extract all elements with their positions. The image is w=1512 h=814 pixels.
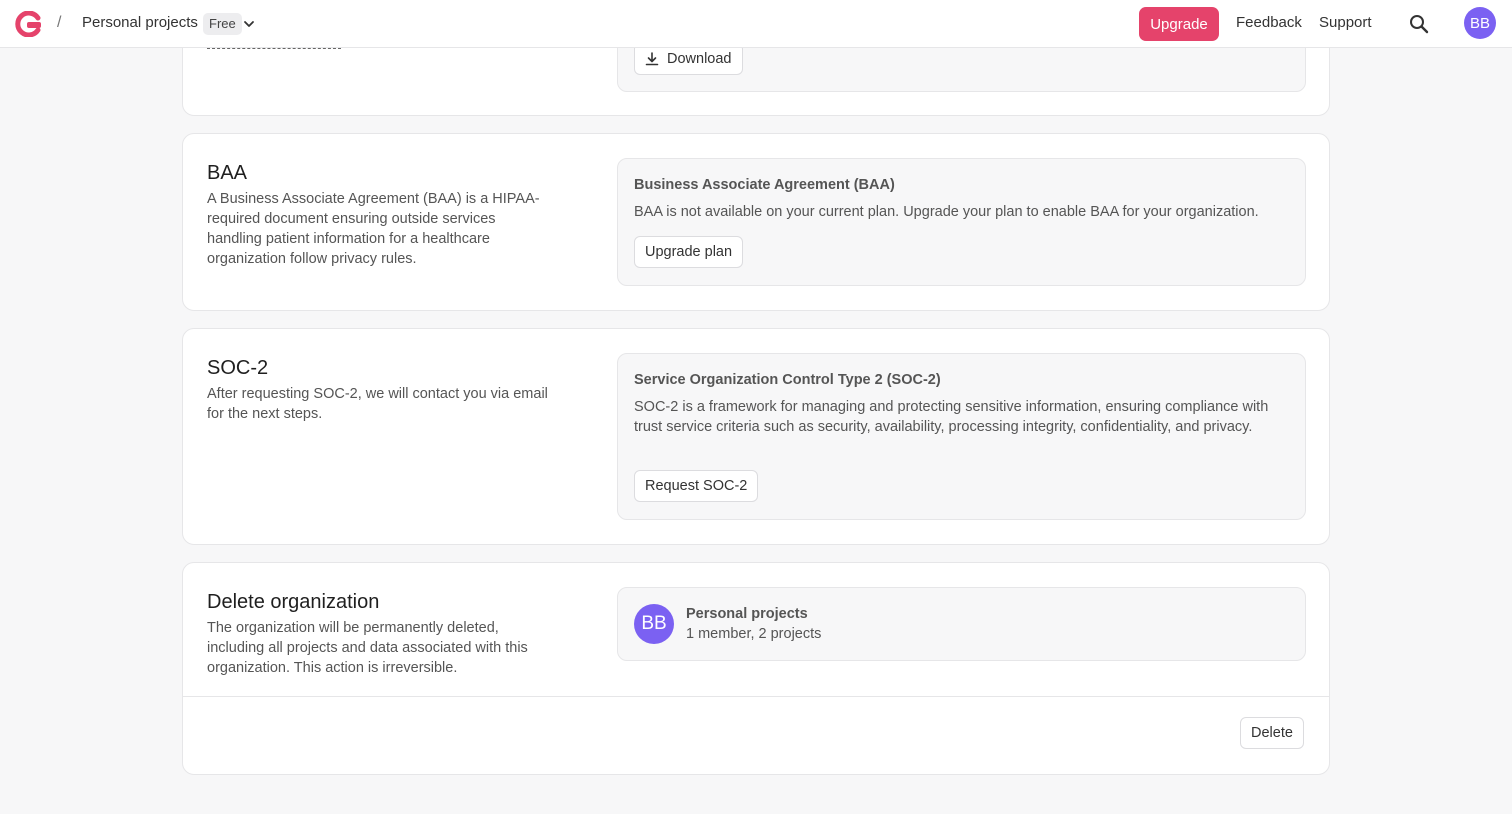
delete-button-label: Delete [1251, 725, 1293, 741]
search-icon[interactable] [1408, 13, 1430, 35]
support-link[interactable]: Support [1319, 14, 1372, 31]
card-divider [183, 696, 1329, 697]
org-switcher-name[interactable]: Personal projects [82, 14, 198, 31]
soc2-panel: Service Organization Control Type 2 (SOC… [617, 353, 1306, 520]
brand-logo-icon[interactable] [14, 11, 42, 37]
chevron-down-icon[interactable] [242, 17, 256, 31]
org-summary-name: Personal projects [686, 606, 808, 622]
feedback-link[interactable]: Feedback [1236, 14, 1302, 31]
soc2-panel-text: SOC-2 is a framework for managing and pr… [634, 399, 1269, 435]
plan-badge: Free [203, 13, 242, 35]
download-button-label: Download [667, 51, 732, 67]
soc2-title: SOC-2 [207, 357, 269, 379]
baa-card: BAA A Business Associate Agreement (BAA)… [182, 133, 1330, 311]
user-avatar[interactable]: BB [1464, 7, 1496, 39]
org-summary-panel: BB Personal projects 1 member, 2 project… [617, 587, 1306, 661]
org-summary-meta: 1 member, 2 projects [686, 626, 822, 642]
baa-panel-title: Business Associate Agreement (BAA) [634, 177, 895, 193]
soc2-panel-title: Service Organization Control Type 2 (SOC… [634, 372, 941, 388]
org-avatar: BB [634, 604, 674, 644]
baa-description: A Business Associate Agreement (BAA) is … [207, 191, 540, 267]
soc2-card: SOC-2 After requesting SOC-2, we will co… [182, 328, 1330, 545]
delete-org-description: The organization will be permanently del… [207, 620, 528, 676]
download-icon [645, 52, 659, 66]
delete-button[interactable]: Delete [1240, 717, 1304, 749]
soc2-description: After requesting SOC-2, we will contact … [207, 386, 548, 422]
delete-org-title: Delete organization [207, 591, 380, 613]
upgrade-plan-button[interactable]: Upgrade plan [634, 236, 744, 268]
request-soc2-button[interactable]: Request SOC-2 [634, 470, 759, 502]
top-bar: / Personal projects Free Upgrade Feedbac… [0, 0, 1512, 48]
baa-panel-text: BAA is not available on your current pla… [634, 204, 1259, 220]
upgrade-plan-label: Upgrade plan [645, 244, 733, 260]
breadcrumb-separator: / [57, 14, 62, 31]
delete-org-card: Delete organization The organization wil… [182, 562, 1330, 775]
baa-title: BAA [207, 162, 248, 184]
baa-panel: Business Associate Agreement (BAA) BAA i… [617, 158, 1306, 286]
request-soc2-label: Request SOC-2 [645, 478, 748, 494]
upgrade-button[interactable]: Upgrade [1139, 7, 1219, 41]
